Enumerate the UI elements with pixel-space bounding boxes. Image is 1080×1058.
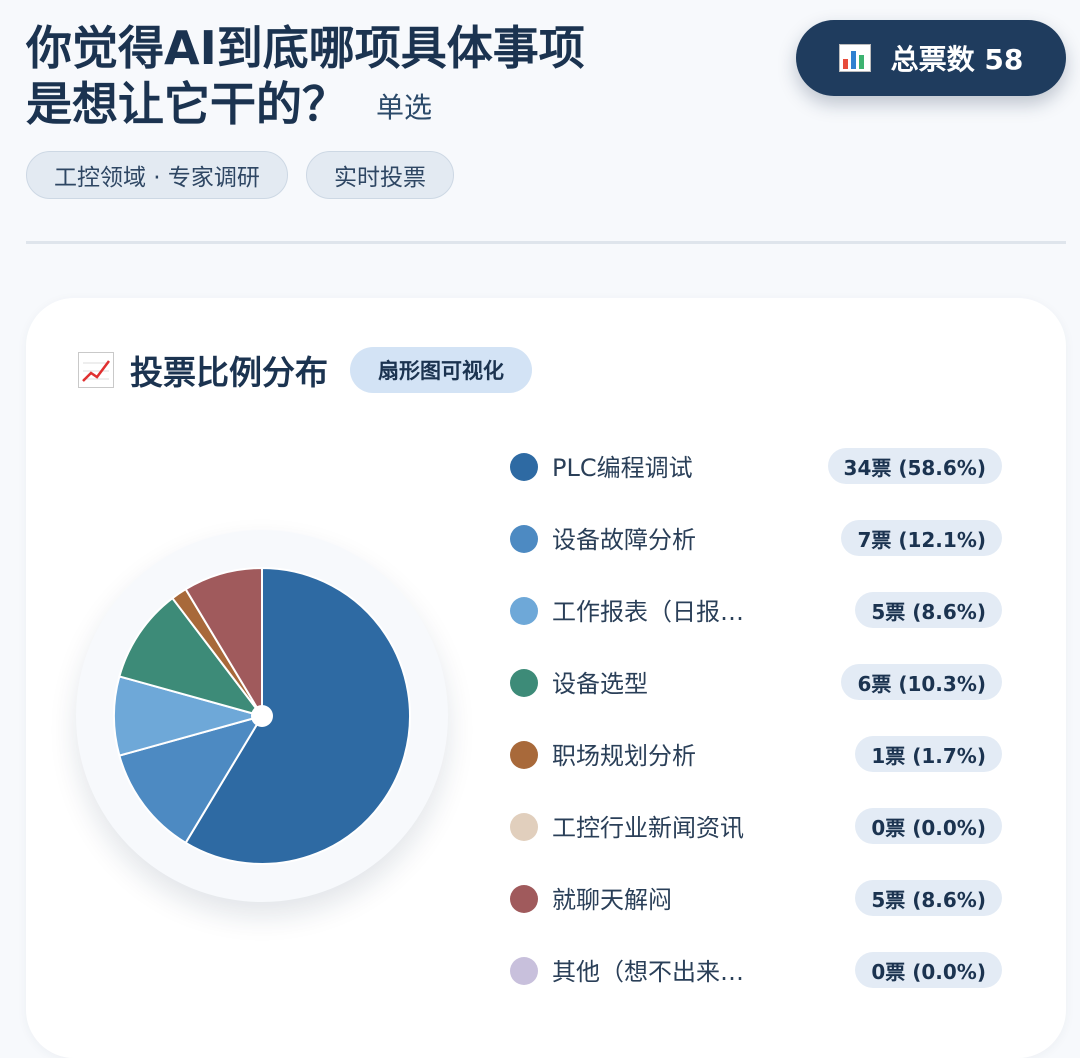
tag-domain: 工控领域 · 专家调研 bbox=[26, 151, 288, 199]
pie-chart bbox=[113, 566, 411, 865]
legend-swatch bbox=[510, 885, 538, 913]
card-header: 投票比例分布 扇形图可视化 bbox=[78, 346, 532, 394]
legend-item: 设备选型 6票 (10.3%) bbox=[510, 660, 1002, 732]
legend-item: 就聊天解闷 5票 (8.6%) bbox=[510, 876, 1002, 948]
legend-swatch bbox=[510, 453, 538, 481]
legend-swatch bbox=[510, 957, 538, 985]
question-title: 你觉得AI到底哪项具体事项 是想让它干的？ 单选 bbox=[26, 20, 706, 136]
legend-value-badge: 1票 (1.7%) bbox=[855, 736, 1002, 772]
legend-swatch bbox=[510, 597, 538, 625]
legend-swatch bbox=[510, 741, 538, 769]
legend-swatch bbox=[510, 669, 538, 697]
legend: PLC编程调试 34票 (58.6%) 设备故障分析 7票 (12.1%) 工作报表（日… bbox=[510, 444, 1002, 1020]
legend-value-badge: 7票 (12.1%) bbox=[841, 520, 1002, 556]
tag-list: 工控领域 · 专家调研 实时投票 bbox=[26, 151, 454, 199]
bar-chart-icon bbox=[838, 44, 871, 72]
tag-live-vote: 实时投票 bbox=[305, 151, 454, 199]
legend-value-badge: 34票 (58.6%) bbox=[827, 448, 1002, 484]
divider bbox=[26, 241, 1066, 244]
legend-label: 工控行业新闻资讯 bbox=[552, 814, 744, 842]
legend-item: 其他（想不出来… 0票 (0.0%) bbox=[510, 948, 1002, 1020]
legend-value-badge: 6票 (10.3%) bbox=[841, 664, 1002, 700]
legend-value-badge: 5票 (8.6%) bbox=[855, 880, 1002, 916]
question-line-1: 你觉得AI到底哪项具体事项 bbox=[26, 21, 585, 75]
legend-swatch bbox=[510, 525, 538, 553]
legend-value-badge: 5票 (8.6%) bbox=[855, 592, 1002, 628]
total-votes-label: 总票数 58 bbox=[890, 43, 1024, 76]
legend-label: PLC编程调试 bbox=[552, 454, 693, 482]
pie-container bbox=[76, 530, 448, 902]
pie-center-dot bbox=[251, 705, 273, 727]
card-title: 投票比例分布 bbox=[130, 353, 328, 392]
chart-card: 投票比例分布 扇形图可视化 PLC编程调试 34票 (58.6%) 设备故障分析 7票… bbox=[26, 298, 1066, 1058]
question-line-2: 是想让它干的？ 单选 bbox=[26, 76, 706, 136]
legend-value-badge: 0票 (0.0%) bbox=[855, 952, 1002, 988]
question-line-2-text: 是想让它干的？ bbox=[26, 77, 348, 131]
legend-label: 职场规划分析 bbox=[552, 742, 696, 770]
legend-label: 就聊天解闷 bbox=[552, 886, 672, 914]
total-votes-badge: 总票数 58 bbox=[796, 20, 1066, 96]
legend-label: 设备故障分析 bbox=[552, 526, 696, 554]
trend-chart-icon bbox=[78, 352, 114, 388]
legend-item: 工控行业新闻资讯 0票 (0.0%) bbox=[510, 804, 1002, 876]
legend-item: 设备故障分析 7票 (12.1%) bbox=[510, 516, 1002, 588]
legend-label: 其他（想不出来… bbox=[552, 958, 744, 986]
legend-label: 工作报表（日报… bbox=[552, 598, 744, 626]
legend-item: PLC编程调试 34票 (58.6%) bbox=[510, 444, 1002, 516]
chart-type-pill: 扇形图可视化 bbox=[350, 347, 532, 393]
legend-label: 设备选型 bbox=[552, 670, 648, 698]
single-choice-label: 单选 bbox=[376, 90, 433, 124]
legend-value-badge: 0票 (0.0%) bbox=[855, 808, 1002, 844]
legend-swatch bbox=[510, 813, 538, 841]
legend-item: 职场规划分析 1票 (1.7%) bbox=[510, 732, 1002, 804]
legend-item: 工作报表（日报… 5票 (8.6%) bbox=[510, 588, 1002, 660]
